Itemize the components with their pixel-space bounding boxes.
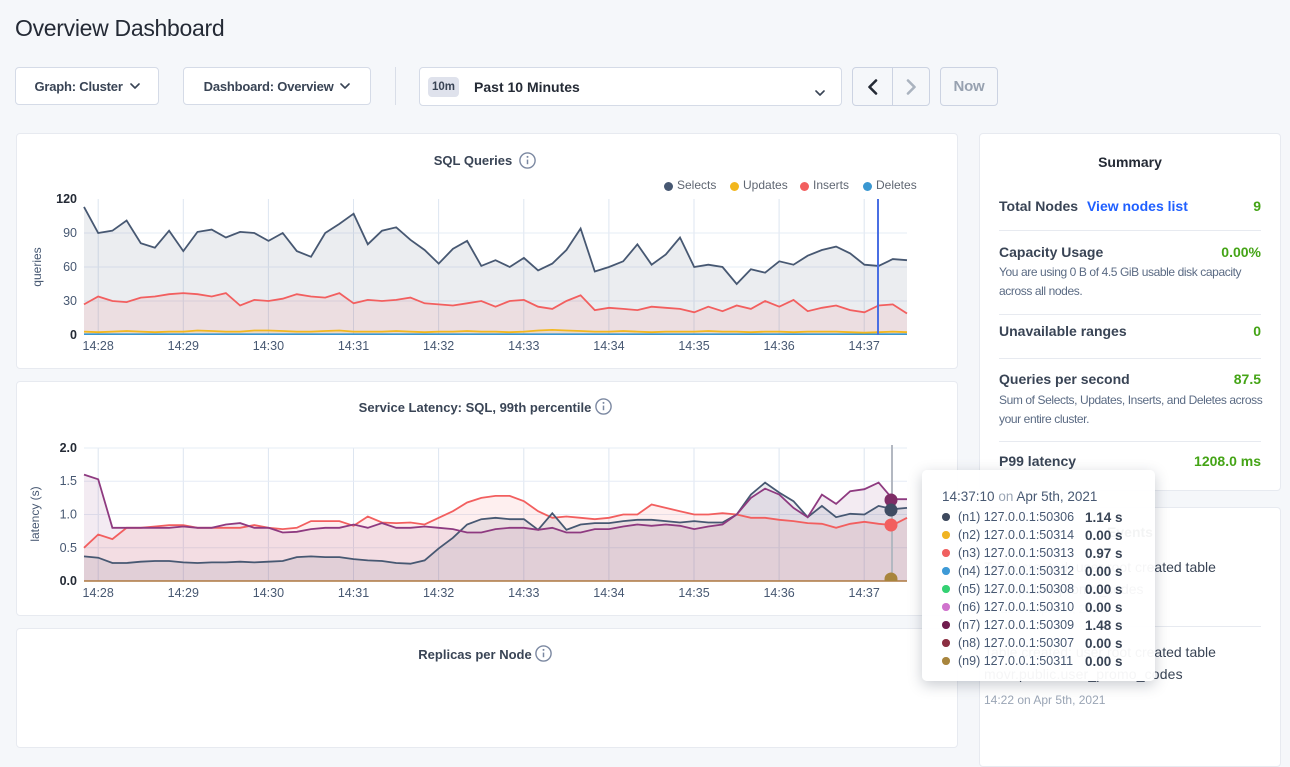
svg-text:latency (s): latency (s): [28, 486, 42, 541]
svg-text:14:34: 14:34: [593, 339, 624, 353]
svg-text:0: 0: [70, 328, 77, 342]
svg-text:60: 60: [63, 260, 77, 274]
svg-text:14:28: 14:28: [83, 586, 114, 600]
svg-text:14:30: 14:30: [253, 339, 284, 353]
svg-text:14:34: 14:34: [593, 586, 624, 600]
svg-text:14:37: 14:37: [849, 339, 880, 353]
svg-text:14:33: 14:33: [508, 339, 539, 353]
svg-text:2.0: 2.0: [60, 441, 77, 455]
svg-text:14:30: 14:30: [253, 586, 284, 600]
svg-text:1.0: 1.0: [60, 508, 77, 522]
svg-text:queries: queries: [30, 247, 44, 286]
svg-text:14:35: 14:35: [678, 586, 709, 600]
svg-text:30: 30: [63, 294, 77, 308]
svg-text:14:36: 14:36: [763, 586, 794, 600]
svg-text:14:31: 14:31: [338, 339, 369, 353]
svg-text:14:29: 14:29: [168, 586, 199, 600]
svg-text:1.5: 1.5: [60, 474, 77, 488]
svg-text:14:32: 14:32: [423, 339, 454, 353]
svg-text:14:31: 14:31: [338, 586, 369, 600]
svg-text:14:37: 14:37: [849, 586, 880, 600]
svg-text:14:36: 14:36: [763, 339, 794, 353]
svg-text:14:33: 14:33: [508, 586, 539, 600]
svg-text:90: 90: [63, 226, 77, 240]
svg-text:0.0: 0.0: [60, 574, 77, 588]
svg-text:14:29: 14:29: [168, 339, 199, 353]
svg-text:14:28: 14:28: [83, 339, 114, 353]
svg-text:120: 120: [56, 192, 77, 206]
svg-text:0.5: 0.5: [60, 541, 77, 555]
svg-text:14:35: 14:35: [678, 339, 709, 353]
svg-text:14:32: 14:32: [423, 586, 454, 600]
